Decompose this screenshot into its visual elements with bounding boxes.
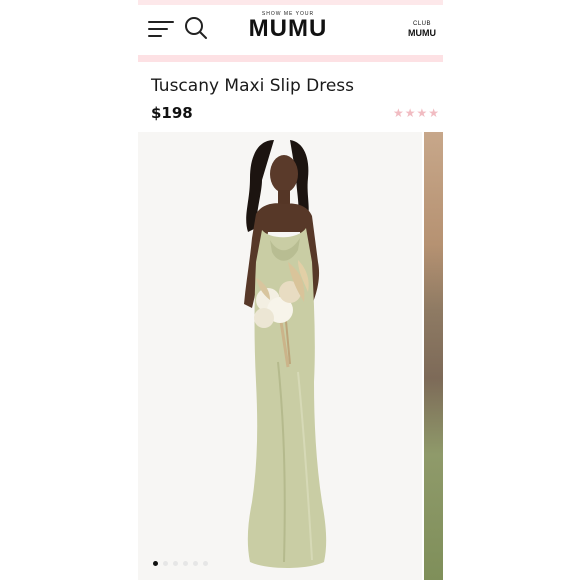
product-price: $198: [151, 104, 193, 122]
rating-stars[interactable]: ★★★★: [393, 106, 440, 120]
club-label-bottom: MUMU: [408, 28, 436, 38]
product-main-photo[interactable]: [138, 132, 422, 580]
site-header: SHOW ME YOUR MUMU CLUB MUMU: [138, 5, 443, 55]
carousel-dot[interactable]: [193, 561, 198, 566]
carousel-dot[interactable]: [163, 561, 168, 566]
carousel-dot[interactable]: [173, 561, 178, 566]
carousel-dot[interactable]: [153, 561, 158, 566]
brand-logo[interactable]: SHOW ME YOUR MUMU: [249, 11, 328, 41]
next-photo-peek[interactable]: [424, 132, 443, 580]
product-title: Tuscany Maxi Slip Dress: [151, 76, 355, 96]
hamburger-menu-icon[interactable]: [148, 19, 174, 39]
header-divider-strip: [138, 55, 443, 62]
brand-wordmark: MUMU: [248, 15, 328, 42]
carousel-pagination: [153, 551, 213, 566]
product-page: SHOW ME YOUR MUMU CLUB MUMU Tuscany Maxi…: [138, 0, 443, 580]
club-label-top: CLUB: [412, 21, 431, 27]
product-image-carousel[interactable]: [138, 132, 443, 580]
club-mumu-link[interactable]: CLUB MUMU: [408, 21, 436, 38]
search-icon[interactable]: [184, 16, 208, 40]
model-photo-illustration: [244, 140, 327, 568]
carousel-dot[interactable]: [183, 561, 188, 566]
carousel-dot[interactable]: [203, 561, 208, 566]
